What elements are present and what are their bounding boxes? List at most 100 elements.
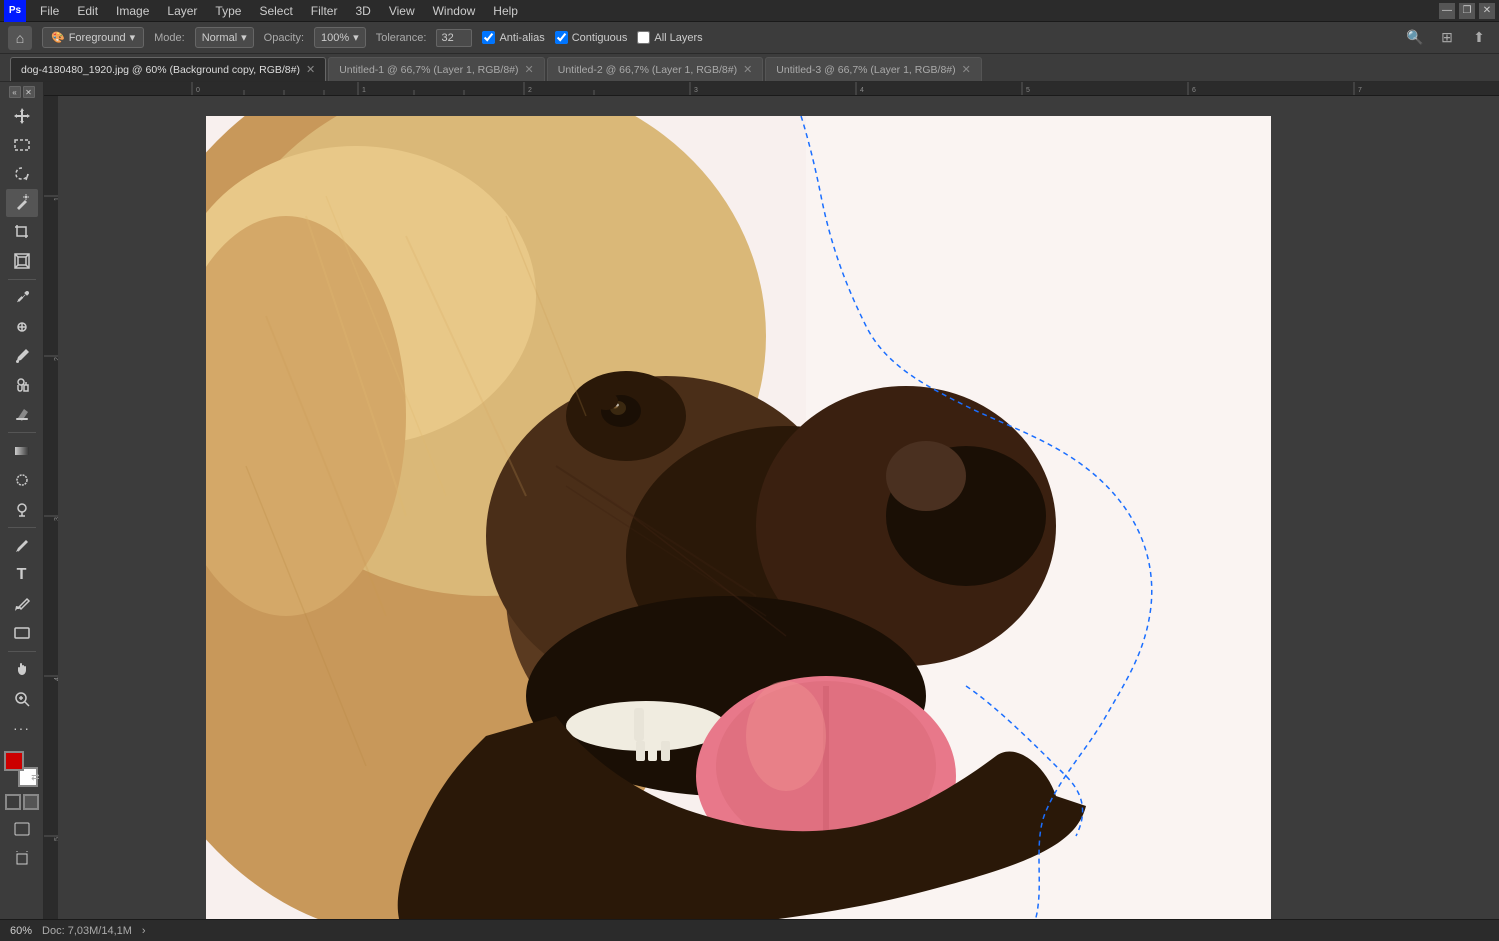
hand-tool[interactable]	[6, 656, 38, 684]
artboard-tool[interactable]	[6, 845, 38, 873]
mode-dropdown[interactable]: Normal ▾	[195, 27, 254, 48]
quick-mask-area	[5, 794, 39, 810]
tab-3-close[interactable]: ✕	[743, 63, 752, 76]
toolbox: « ✕	[0, 82, 44, 919]
menu-type[interactable]: Type	[207, 2, 249, 20]
minimize-button[interactable]: —	[1439, 3, 1455, 19]
menu-3d[interactable]: 3D	[347, 2, 378, 20]
dodge-tool[interactable]	[6, 495, 38, 523]
zoom-icon-btn[interactable]: 🔍	[1403, 26, 1427, 50]
svg-text:2: 2	[528, 87, 532, 94]
svg-text:4: 4	[860, 87, 864, 94]
tab-4[interactable]: Untitled-3 @ 66,7% (Layer 1, RGB/8#) ✕	[765, 57, 982, 81]
tolerance-input[interactable]	[436, 29, 472, 47]
contiguous-checkbox[interactable]	[555, 31, 568, 44]
opacity-dropdown[interactable]: 100% ▾	[314, 27, 366, 48]
contiguous-label: Contiguous	[572, 32, 628, 44]
svg-text:1: 1	[362, 87, 366, 94]
tab-1-close[interactable]: ✕	[306, 63, 315, 76]
path-selection-tool[interactable]	[6, 590, 38, 618]
anti-alias-checkbox[interactable]	[482, 31, 495, 44]
magic-wand-tool[interactable]	[6, 189, 38, 217]
menu-select[interactable]: Select	[251, 2, 300, 20]
standard-mode[interactable]	[5, 794, 21, 810]
tool-separator-3	[8, 527, 36, 528]
tab-2-close[interactable]: ✕	[525, 63, 534, 76]
brush-tool[interactable]	[6, 342, 38, 370]
mode-arrow: ▾	[241, 31, 247, 44]
quick-mask-mode[interactable]	[23, 794, 39, 810]
type-icon: T	[17, 566, 27, 584]
svg-text:6: 6	[1192, 87, 1196, 94]
status-arrow[interactable]: ›	[142, 925, 146, 937]
rect-marquee-tool[interactable]	[6, 131, 38, 159]
menu-edit[interactable]: Edit	[69, 2, 106, 20]
color-area: ⇄	[4, 751, 40, 787]
frame-tool[interactable]	[6, 247, 38, 275]
canvas-container: 0 1 2 3 4 5 6 7	[44, 82, 1499, 919]
tab-2-label: Untitled-1 @ 66,7% (Layer 1, RGB/8#)	[339, 64, 518, 76]
close-button[interactable]: ✕	[1479, 3, 1495, 19]
opacity-arrow: ▾	[353, 31, 359, 44]
gradient-tool[interactable]	[6, 437, 38, 465]
screen-mode-area	[6, 815, 38, 873]
tabs-bar: dog-4180480_1920.jpg @ 60% (Background c…	[0, 54, 1499, 82]
lasso-tool[interactable]	[6, 160, 38, 188]
swap-icon[interactable]: ⇄	[31, 772, 39, 783]
canvas-svg	[206, 116, 1271, 919]
layout-icon-btn[interactable]: ⊞	[1435, 26, 1459, 50]
rectangle-tool[interactable]	[6, 619, 38, 647]
foreground-color[interactable]	[4, 751, 24, 771]
foreground-preset-dropdown[interactable]: 🎨 Foreground ▾	[42, 27, 144, 48]
foreground-icon: 🎨	[51, 31, 65, 44]
restore-button[interactable]: ❐	[1459, 3, 1475, 19]
tab-3[interactable]: Untitled-2 @ 66,7% (Layer 1, RGB/8#) ✕	[547, 57, 764, 81]
menu-image[interactable]: Image	[108, 2, 157, 20]
share-icon-btn[interactable]: ⬆	[1467, 26, 1491, 50]
zoom-tool[interactable]	[6, 685, 38, 713]
canvas-image	[206, 116, 1271, 919]
menu-bar: Ps File Edit Image Layer Type Select Fil…	[0, 0, 1499, 22]
stamp-tool[interactable]	[6, 371, 38, 399]
menu-window[interactable]: Window	[425, 2, 484, 20]
doc-size: Doc: 7,03M/14,1M	[42, 925, 132, 937]
contiguous-group: Contiguous	[555, 31, 628, 44]
status-bar: 60% Doc: 7,03M/14,1M ›	[0, 919, 1499, 941]
menu-file[interactable]: File	[32, 2, 67, 20]
eyedropper-tool[interactable]	[6, 284, 38, 312]
eraser-tool[interactable]	[6, 400, 38, 428]
svg-text:5: 5	[1026, 87, 1030, 94]
tab-1[interactable]: dog-4180480_1920.jpg @ 60% (Background c…	[10, 57, 326, 81]
more-tools[interactable]: ···	[6, 714, 38, 742]
anti-alias-group: Anti-alias	[482, 31, 544, 44]
all-layers-label: All Layers	[654, 32, 702, 44]
toolbox-close[interactable]: ✕	[23, 86, 35, 98]
mode-value: Normal	[202, 32, 237, 44]
tool-preset-area: 🎨 Foreground ▾	[42, 27, 144, 48]
menu-help[interactable]: Help	[485, 2, 526, 20]
svg-text:7: 7	[1358, 87, 1362, 94]
canvas-workspace[interactable]	[58, 96, 1499, 919]
type-tool[interactable]: T	[6, 561, 38, 589]
toolbox-collapse[interactable]: «	[9, 86, 21, 98]
tab-2[interactable]: Untitled-1 @ 66,7% (Layer 1, RGB/8#) ✕	[328, 57, 545, 81]
menu-view[interactable]: View	[381, 2, 423, 20]
options-bar: ⌂ 🎨 Foreground ▾ Mode: Normal ▾ Opacity:…	[0, 22, 1499, 54]
crop-tool[interactable]	[6, 218, 38, 246]
opacity-value: 100%	[321, 32, 349, 44]
tolerance-label: Tolerance:	[376, 32, 427, 44]
healing-brush-tool[interactable]	[6, 313, 38, 341]
all-layers-checkbox[interactable]	[637, 31, 650, 44]
dropdown-arrow: ▾	[130, 31, 136, 44]
tab-1-label: dog-4180480_1920.jpg @ 60% (Background c…	[21, 64, 300, 76]
menu-filter[interactable]: Filter	[303, 2, 346, 20]
blur-tool[interactable]	[6, 466, 38, 494]
all-layers-group: All Layers	[637, 31, 702, 44]
opacity-label: Opacity:	[264, 32, 304, 44]
move-tool[interactable]	[6, 102, 38, 130]
change-screen-mode[interactable]	[6, 815, 38, 843]
tab-4-close[interactable]: ✕	[962, 63, 971, 76]
menu-layer[interactable]: Layer	[159, 2, 205, 20]
pen-tool[interactable]	[6, 532, 38, 560]
home-button[interactable]: ⌂	[8, 26, 32, 50]
